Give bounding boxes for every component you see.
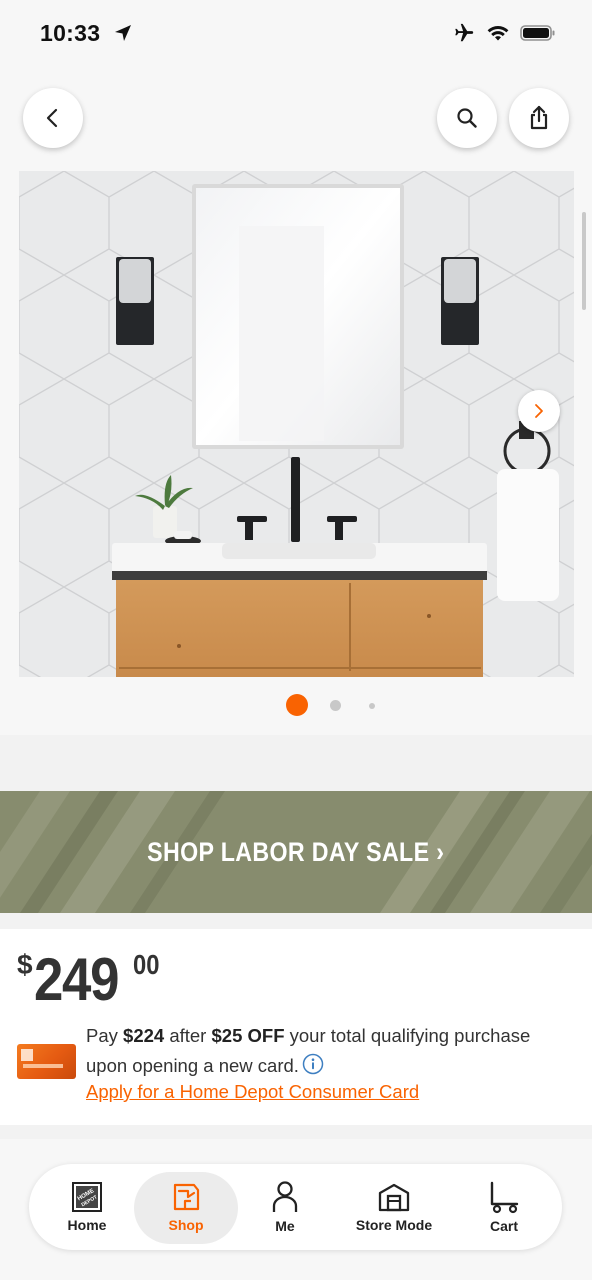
nav-item-shop[interactable]: Shop — [134, 1164, 238, 1250]
info-icon[interactable] — [302, 1053, 324, 1075]
cart-icon — [490, 1181, 519, 1214]
nav-label: Home — [67, 1217, 107, 1233]
status-icons — [452, 22, 556, 44]
price-dollars: 249 — [34, 946, 119, 1013]
share-icon — [530, 105, 548, 130]
carousel-dot[interactable] — [330, 700, 341, 711]
carousel-dot[interactable] — [369, 703, 375, 709]
battery-icon — [520, 25, 555, 41]
location-arrow-icon — [115, 25, 131, 41]
carousel-next-button[interactable] — [518, 390, 560, 432]
chevron-right-icon — [535, 404, 543, 418]
product-photo — [19, 171, 574, 677]
section-divider — [0, 735, 592, 791]
nav-label: Shop — [168, 1217, 204, 1233]
bottom-nav: HOME DEPOT Home Shop Me Store Mode Cart — [29, 1164, 562, 1250]
search-icon — [457, 108, 477, 128]
promo-text: Pay $224 after $25 OFF your total qualif… — [86, 1021, 571, 1081]
discount-amount: $25 OFF — [211, 1025, 285, 1046]
home-depot-logo-icon: HOME DEPOT — [72, 1182, 102, 1212]
consumer-card-image — [17, 1044, 76, 1079]
nav-item-home[interactable]: HOME DEPOT Home — [49, 1164, 125, 1250]
apply-card-link[interactable]: Apply for a Home Depot Consumer Card — [86, 1081, 419, 1103]
promo-text-part: after — [164, 1025, 212, 1046]
airplane-icon — [455, 23, 474, 42]
nav-label: Store Mode — [355, 1217, 433, 1233]
discounted-price: $224 — [123, 1025, 165, 1046]
price-dollar-sign: $ — [17, 949, 33, 980]
wifi-icon — [487, 26, 509, 41]
sale-banner-text: SHOP LABOR DAY SALE › — [147, 836, 445, 867]
product-image[interactable] — [19, 171, 574, 677]
promo-text-part: Pay — [86, 1025, 124, 1046]
nav-label: Cart — [489, 1218, 518, 1234]
nav-item-cart[interactable]: Cart — [474, 1164, 534, 1250]
price-cents: 00 — [133, 949, 160, 980]
back-button[interactable] — [23, 88, 83, 148]
status-bar: 10:33 — [0, 0, 592, 70]
nav-item-store-mode[interactable]: Store Mode — [341, 1164, 447, 1250]
section-divider — [0, 913, 592, 929]
chevron-left-icon — [46, 108, 58, 128]
share-button[interactable] — [509, 88, 569, 148]
scroll-thumb[interactable] — [582, 212, 586, 310]
search-button[interactable] — [437, 88, 497, 148]
section-divider — [0, 1125, 592, 1139]
person-icon — [272, 1181, 298, 1212]
nav-item-me[interactable]: Me — [255, 1164, 315, 1250]
carousel-dot-active[interactable] — [286, 694, 308, 716]
labor-day-sale-banner[interactable]: SHOP LABOR DAY SALE › — [0, 791, 592, 913]
nav-label: Me — [275, 1218, 295, 1234]
status-time: 10:33 — [40, 20, 101, 46]
carousel-dots — [0, 694, 592, 718]
shop-icon — [173, 1183, 200, 1211]
store-icon — [378, 1183, 410, 1212]
